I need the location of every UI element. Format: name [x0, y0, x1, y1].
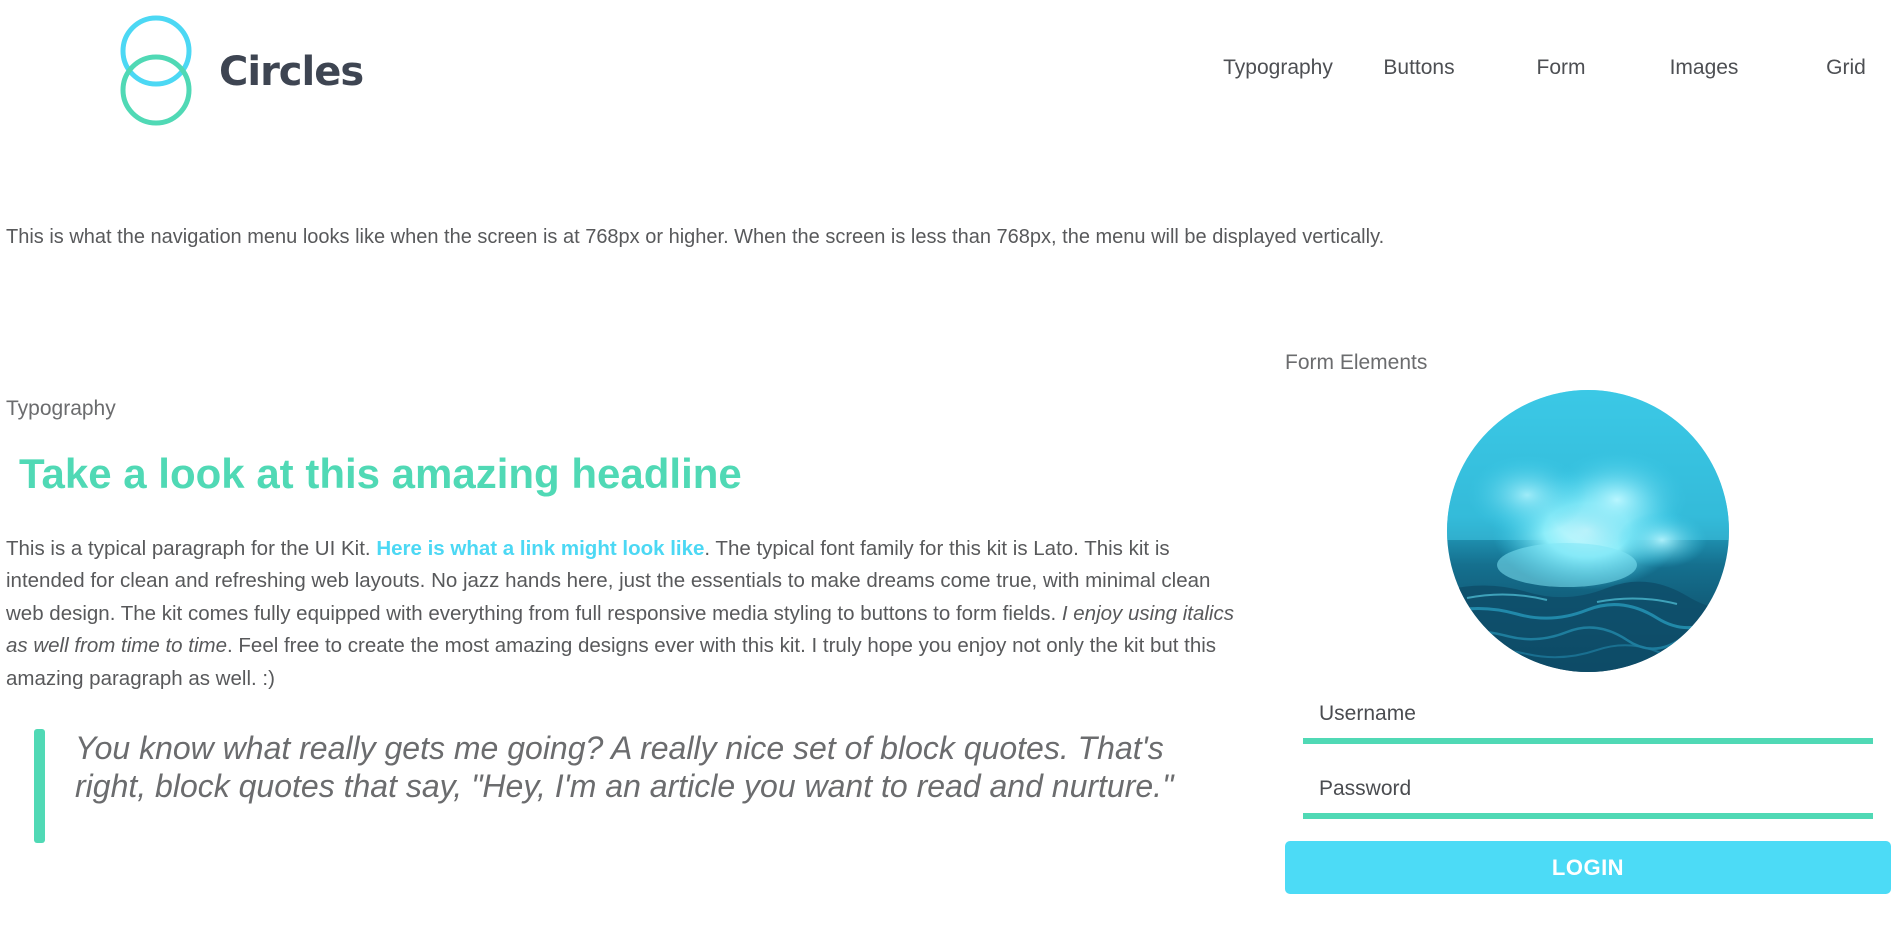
blockquote-text: You know what really gets me going? A re… — [75, 730, 1174, 804]
nav-item-typography[interactable]: Typography — [1223, 56, 1333, 80]
typography-section-label: Typography — [6, 397, 116, 420]
username-input[interactable] — [1303, 690, 1873, 738]
sample-link[interactable]: Here is what a link might look like — [376, 537, 704, 560]
nav-item-grid[interactable]: Grid — [1826, 56, 1866, 80]
nav-note-text: This is what the navigation menu looks l… — [6, 226, 1385, 248]
username-field — [1303, 690, 1873, 744]
paragraph-text: This is a typical paragraph for the UI K… — [6, 537, 377, 560]
body-paragraph: This is a typical paragraph for the UI K… — [6, 533, 1246, 695]
blockquote: You know what really gets me going? A re… — [34, 729, 1194, 843]
form-section-label: Form Elements — [1285, 351, 1428, 374]
headline: Take a look at this amazing headline — [19, 450, 742, 497]
login-button[interactable]: LOGIN — [1285, 841, 1891, 894]
main-nav: Typography Buttons Form Images Grid — [0, 56, 1903, 86]
password-field — [1303, 765, 1873, 819]
nav-item-buttons[interactable]: Buttons — [1383, 56, 1454, 80]
password-input[interactable] — [1303, 765, 1873, 813]
blockquote-accent-bar — [34, 729, 45, 843]
nav-item-images[interactable]: Images — [1670, 56, 1739, 80]
nav-item-form[interactable]: Form — [1537, 56, 1586, 80]
ocean-wave-photo — [1447, 390, 1729, 672]
